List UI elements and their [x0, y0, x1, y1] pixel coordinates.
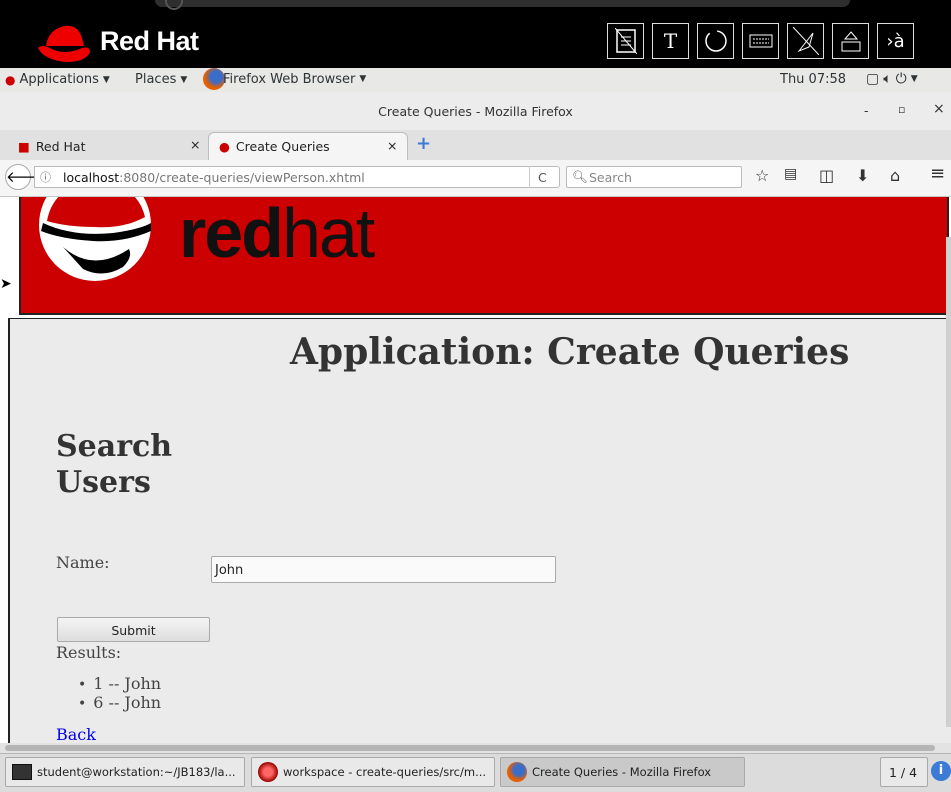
- taskbar-item-terminal[interactable]: student@workstation:~/JB183/la...: [5, 757, 245, 787]
- chevron-down-icon: ▼: [180, 74, 188, 85]
- mouse-cursor-icon: ➤: [0, 276, 12, 292]
- redhat-banner: redhat: [19, 197, 949, 315]
- reading-list-icon[interactable]: ▤: [784, 166, 797, 182]
- minimize-button[interactable]: -: [864, 103, 869, 118]
- url-divider: [529, 166, 530, 188]
- banner-word-bold: red: [179, 197, 284, 272]
- vertical-scrollbar[interactable]: [946, 237, 951, 727]
- chevron-down-icon: ▼: [910, 74, 918, 84]
- new-tab-button[interactable]: +: [416, 133, 431, 154]
- applications-menu[interactable]: ● Applications ▼: [5, 72, 110, 87]
- document-icon[interactable]: [607, 23, 644, 59]
- system-status-area[interactable]: ▢ 🔈︎ ⏻ ▼: [866, 71, 918, 87]
- window-title: Create Queries - Mozilla Firefox: [378, 104, 573, 119]
- chevron-down-icon: ▼: [102, 74, 110, 85]
- places-label: Places: [135, 72, 177, 87]
- redhat-small-icon: ●: [5, 72, 16, 87]
- home-icon[interactable]: ⌂: [890, 166, 900, 185]
- workspace-pager[interactable]: 1 / 4: [880, 757, 928, 787]
- results-list: 1 -- John 6 -- John: [78, 675, 161, 713]
- url-bar[interactable]: ⓘ localhost:8080/create-queries/viewPers…: [34, 166, 560, 188]
- tab-label: Red Hat: [35, 138, 86, 154]
- list-item: 1 -- John: [78, 675, 161, 694]
- info-icon[interactable]: ⓘ: [40, 169, 51, 185]
- page-viewport: redhat Application: Create Queries Searc…: [0, 197, 951, 743]
- hamburger-menu-icon[interactable]: ≡: [930, 163, 945, 184]
- url-host: localhost: [63, 170, 120, 185]
- redhat-favicon: ■: [18, 138, 30, 154]
- active-app-label: Firefox Web Browser: [223, 71, 356, 87]
- active-app-menu[interactable]: Firefox Web Browser ▼: [203, 68, 366, 90]
- text-tool-button[interactable]: T: [652, 23, 689, 59]
- back-link[interactable]: Back: [56, 725, 96, 743]
- results-label: Results:: [56, 643, 122, 662]
- top-handle[interactable]: [155, 0, 850, 10]
- taskbar-label: Create Queries - Mozilla Firefox: [532, 765, 712, 779]
- eject-icon[interactable]: [832, 23, 869, 59]
- firefox-icon: [203, 68, 225, 90]
- search-users-heading: Search Users: [56, 429, 173, 500]
- brand-text: Red Hat: [100, 26, 199, 56]
- terminal-icon: [12, 764, 32, 780]
- taskbar-label: student@workstation:~/JB183/la...: [37, 765, 236, 779]
- pointer-off-icon[interactable]: [787, 23, 824, 59]
- power-icon: ⏻: [895, 71, 907, 87]
- firefox-icon: [507, 762, 527, 782]
- eclipse-icon: [258, 762, 278, 782]
- name-input[interactable]: John: [211, 556, 556, 583]
- input-method-button[interactable]: ›à: [877, 23, 914, 59]
- back-arrow-icon[interactable]: 🡐: [5, 164, 46, 190]
- submit-button[interactable]: Submit: [57, 617, 210, 642]
- chevron-down-icon: ▼: [359, 74, 367, 84]
- shadowman-logo: [39, 197, 151, 281]
- list-item: 6 -- John: [78, 694, 161, 713]
- volume-icon: 🔈︎: [883, 71, 892, 87]
- search-input[interactable]: 🔍︎ Search: [566, 166, 742, 188]
- taskbar-label: workspace - create-queries/src/m...: [283, 765, 487, 779]
- search-icon: 🔍︎: [572, 169, 588, 184]
- url-path: :8080/create-queries/viewPerson.xhtml: [119, 170, 365, 185]
- tab-close-icon[interactable]: ×: [190, 137, 200, 152]
- tab-create-queries[interactable]: ● Create Queries ×: [208, 132, 408, 160]
- tab-red-hat[interactable]: ■ Red Hat ×: [18, 132, 208, 160]
- download-icon[interactable]: ⬇: [856, 166, 869, 185]
- banner-wordmark: redhat: [179, 197, 375, 273]
- gnome-top-bar: ● Applications ▼ Places ▼ Firefox Web Br…: [0, 68, 951, 93]
- taskbar-item-eclipse[interactable]: workspace - create-queries/src/m...: [251, 757, 495, 787]
- keyboard-icon[interactable]: [742, 23, 779, 59]
- pocket-icon[interactable]: ◫: [819, 166, 834, 185]
- redhat-favicon: ●: [219, 139, 230, 154]
- name-label: Name:: [56, 553, 110, 572]
- search-placeholder: Search: [589, 170, 632, 185]
- horizontal-scrollbar-thumb[interactable]: [5, 745, 935, 751]
- window-titlebar[interactable]: Create Queries - Mozilla Firefox - ▫ ×: [0, 92, 951, 130]
- clock[interactable]: Thu 07:58: [780, 72, 846, 87]
- close-button[interactable]: ×: [933, 101, 945, 117]
- page-title: Application: Create Queries: [290, 331, 850, 373]
- notification-info-icon[interactable]: i: [931, 761, 951, 781]
- reload-icon[interactable]: C: [538, 170, 547, 185]
- maximize-button[interactable]: ▫: [898, 103, 905, 116]
- applications-label: Applications: [19, 72, 99, 87]
- circle-icon[interactable]: [697, 23, 734, 59]
- tab-close-icon[interactable]: ×: [387, 138, 397, 153]
- places-menu[interactable]: Places ▼: [135, 72, 187, 87]
- bookmark-star-icon[interactable]: ☆: [755, 166, 769, 185]
- redhat-hat-logo: [38, 25, 90, 62]
- window-icon: ▢: [866, 71, 880, 87]
- url-text: localhost:8080/create-queries/viewPerson…: [63, 170, 365, 185]
- tab-label: Create Queries: [235, 139, 330, 154]
- banner-word-light: hat: [281, 197, 375, 272]
- taskbar-item-firefox[interactable]: Create Queries - Mozilla Firefox: [500, 757, 745, 787]
